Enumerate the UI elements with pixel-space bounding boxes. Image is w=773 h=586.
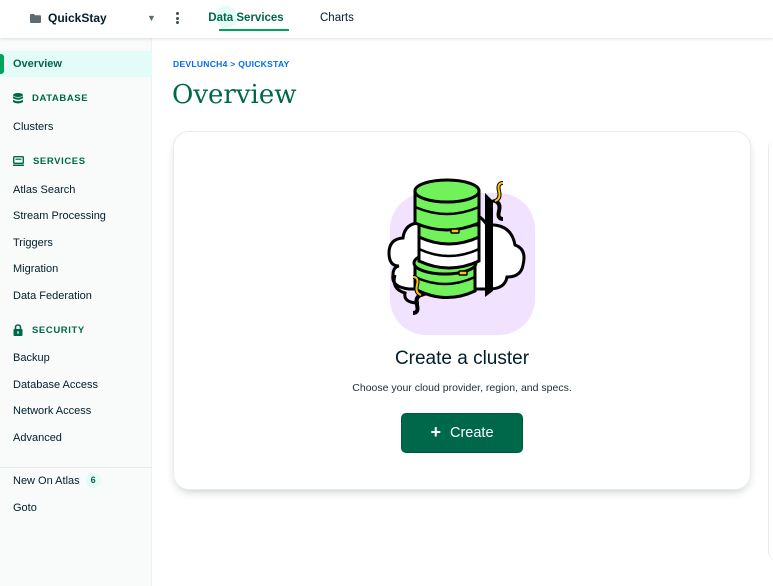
tab-charts[interactable]: Charts: [320, 12, 354, 24]
sidebar-item-new-on-atlas[interactable]: New On Atlas 6: [0, 468, 152, 494]
active-tab-indicator: [219, 29, 289, 31]
tab-data-services-label: Data Services: [208, 12, 284, 24]
sidebar-item-goto[interactable]: Goto: [0, 495, 152, 521]
breadcrumb[interactable]: DEVLUNCH4 > QUICKSTAY: [173, 59, 290, 69]
card-heading: Create a cluster: [394, 348, 530, 369]
count-badge: 6: [85, 472, 101, 488]
create-cluster-button[interactable]: + Create: [401, 413, 523, 453]
sidebar-item-stream-processing[interactable]: Stream Processing: [0, 203, 152, 229]
section-security: SECURITY: [13, 320, 85, 340]
sidebar-item-data-federation[interactable]: Data Federation: [0, 283, 152, 309]
sidebar-item-network-access[interactable]: Network Access: [0, 398, 152, 424]
section-database: DATABASE: [13, 88, 88, 108]
cluster-illustration: [387, 178, 535, 335]
create-button-label: Create: [449, 425, 494, 441]
sidebar-item-database-access[interactable]: Database Access: [0, 372, 152, 398]
card-description: Choose your cloud provider, region, and …: [352, 382, 572, 394]
lock-icon: [13, 324, 23, 336]
sidebar-item-triggers[interactable]: Triggers: [0, 230, 152, 256]
section-services: SERVICES: [13, 151, 86, 171]
more-options-icon[interactable]: [174, 10, 180, 26]
sidebar-item-atlas-search[interactable]: Atlas Search: [0, 177, 152, 203]
sidebar-item-advanced[interactable]: Advanced: [0, 425, 152, 451]
database-icon: [13, 92, 23, 103]
tab-charts-label: Charts: [320, 12, 354, 24]
project-selector[interactable]: QuickStay: [30, 11, 107, 25]
plus-icon: +: [430, 422, 441, 442]
tab-data-services[interactable]: Data Services: [203, 0, 289, 31]
sidebar-item-overview[interactable]: Overview: [0, 51, 152, 77]
services-icon: [13, 156, 24, 166]
sidebar-item-migration[interactable]: Migration: [0, 256, 152, 282]
chevron-down-icon[interactable]: ▼: [147, 13, 156, 23]
page-title: Overview: [172, 80, 297, 110]
sidebar-item-clusters[interactable]: Clusters: [0, 114, 152, 140]
folder-icon: [30, 13, 41, 23]
project-name: QuickStay: [48, 11, 107, 25]
top-bar: QuickStay ▼ Data Services Charts: [0, 0, 773, 38]
sidebar: Overview DATABASE Clusters SERVICES Atla…: [0, 38, 152, 586]
sidebar-item-backup[interactable]: Backup: [0, 345, 152, 371]
card-edge: [768, 140, 773, 560]
